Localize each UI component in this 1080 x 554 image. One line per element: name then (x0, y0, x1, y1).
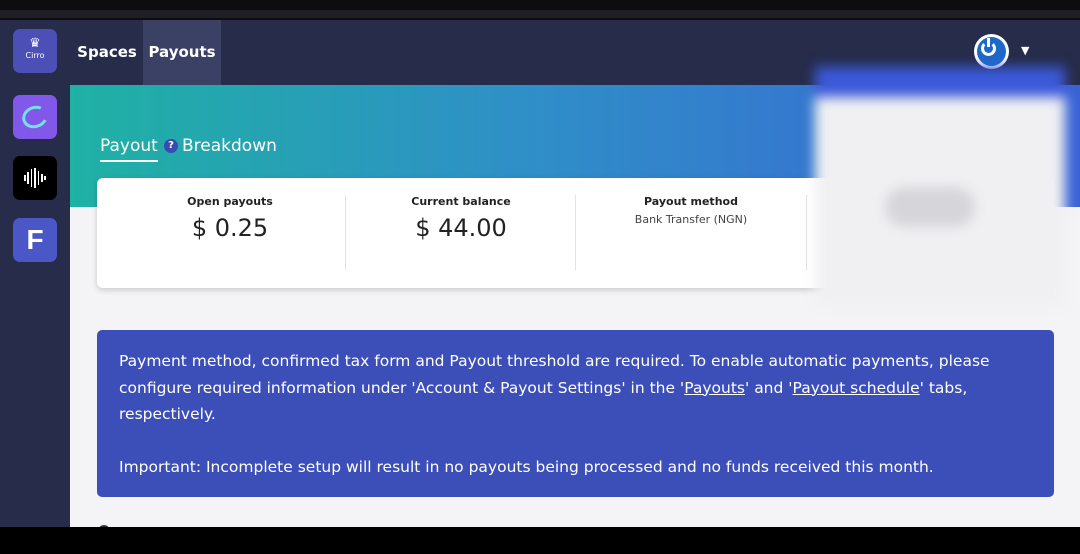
device-status-bar (0, 0, 1080, 20)
current-balance-value: $ 44.00 (415, 214, 507, 242)
tab-payout[interactable]: Payout (100, 136, 158, 162)
alert-message: Payment method, confirmed tax form and P… (119, 352, 990, 423)
sidebar-app-waveform[interactable] (13, 156, 57, 200)
help-icon[interactable]: ? (164, 139, 178, 153)
payout-method-value: Bank Transfer (NGN) (634, 213, 748, 226)
payout-method-stat: Payout method Bank Transfer (NGN) (576, 178, 806, 288)
open-payouts-value: $ 0.25 (191, 214, 269, 242)
stat-divider (806, 195, 807, 270)
current-balance-label: Current balance (411, 195, 511, 208)
payout-schedule-link[interactable]: Payout schedule (793, 379, 920, 397)
sidebar-app-f[interactable]: F (13, 218, 57, 262)
chevron-down-icon[interactable]: ▼ (1021, 44, 1029, 57)
sidebar-app-swirl[interactable] (13, 95, 57, 139)
device-bottom-bar (0, 527, 1080, 554)
payout-method-label: Payout method (644, 195, 738, 208)
crown-icon: ♛ (29, 36, 41, 51)
waveform-icon (24, 168, 46, 188)
swirl-icon (19, 102, 51, 132)
open-payouts-stat: Open payouts $ 0.25 (115, 178, 345, 288)
app-window: ♛ Cirro Spaces Payouts ▼ F Payout ? Brea… (0, 20, 1080, 527)
app-sidebar: F (0, 85, 70, 527)
open-payouts-label: Open payouts (187, 195, 273, 208)
tab-breakdown[interactable]: Breakdown (182, 136, 277, 156)
setup-warning-alert: Payment method, confirmed tax form and P… (97, 330, 1054, 497)
main-content: Payout ? Breakdown Open payouts $ 0.25 C… (70, 67, 1080, 527)
user-avatar[interactable] (974, 34, 1009, 69)
alert-important-note: Important: Incomplete setup will result … (119, 457, 934, 476)
payouts-link[interactable]: Payouts (684, 379, 745, 397)
logo-text: Cirro (25, 51, 45, 60)
redacted-region (815, 67, 1065, 307)
cirro-logo[interactable]: ♛ Cirro (13, 29, 57, 73)
nav-tab-payouts[interactable]: Payouts (143, 20, 221, 85)
nav-tab-spaces[interactable]: Spaces (72, 20, 142, 85)
current-balance-stat: Current balance $ 44.00 (346, 178, 576, 288)
